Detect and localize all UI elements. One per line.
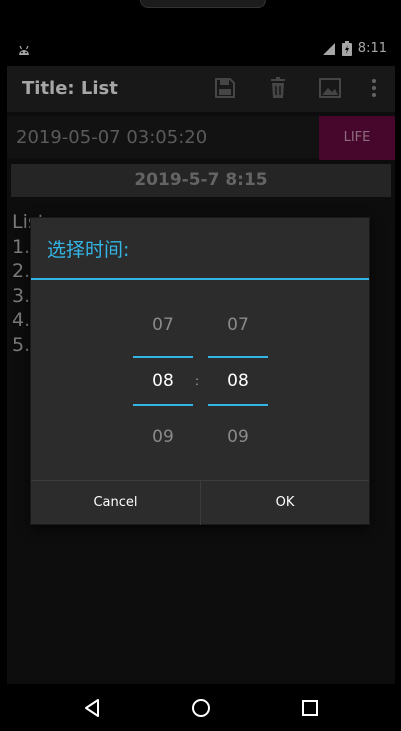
minute-line-top	[208, 356, 268, 358]
navigation-bar	[0, 684, 401, 731]
hour-picker[interactable]: 07 08 09	[133, 300, 193, 450]
dialog-buttons: Cancel OK	[31, 480, 369, 525]
dialog-title: 选择时间:	[47, 239, 130, 261]
hour-line-top	[133, 356, 193, 358]
minute-picker[interactable]: 07 08 09	[208, 300, 268, 450]
minute-line-bottom	[208, 404, 268, 406]
back-icon[interactable]	[80, 696, 104, 720]
screen: 8:11 Title: List 2019-05-07 03:05:20 LIF…	[7, 34, 395, 684]
home-icon[interactable]	[189, 696, 213, 720]
recents-icon[interactable]	[298, 696, 322, 720]
time-picker-dialog: 选择时间: 07 08 09 : 07 08 09 Cancel OK	[31, 218, 369, 525]
minute-next[interactable]: 09	[208, 427, 268, 447]
device-speaker	[140, 0, 266, 8]
hour-current[interactable]: 08	[133, 371, 193, 391]
ok-button[interactable]: OK	[201, 481, 369, 525]
minute-prev[interactable]: 07	[208, 315, 268, 335]
hour-next[interactable]: 09	[133, 427, 193, 447]
device-frame: 8:11 Title: List 2019-05-07 03:05:20 LIF…	[0, 0, 401, 731]
hour-line-bottom	[133, 404, 193, 406]
hour-prev[interactable]: 07	[133, 315, 193, 335]
minute-current[interactable]: 08	[208, 371, 268, 391]
cancel-button[interactable]: Cancel	[31, 481, 200, 525]
dialog-title-divider	[31, 278, 369, 280]
time-separator: :	[195, 374, 200, 388]
